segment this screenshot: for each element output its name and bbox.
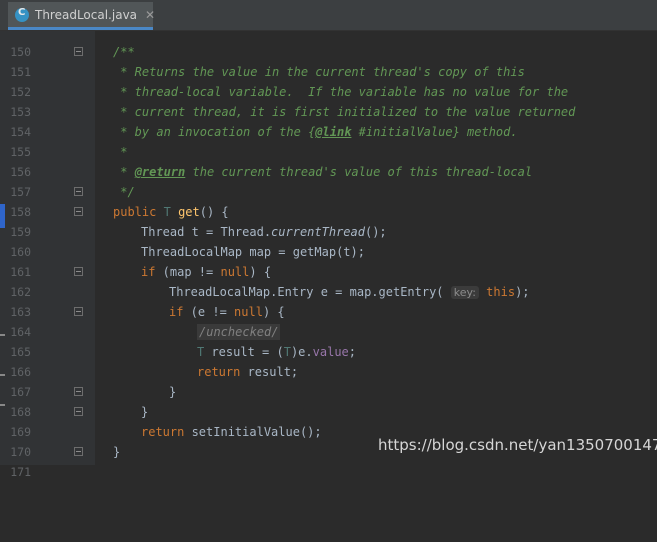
code-line: 155 * by an invocation of the {@link #in… (0, 122, 657, 159)
code-text: Thread t = Thread.currentThread(); (141, 222, 387, 242)
tab-title: ThreadLocal.java (35, 7, 138, 22)
code-token: (e != (183, 305, 235, 319)
code-text: } (169, 385, 177, 399)
code-token: Thread t = Thread. (141, 225, 272, 239)
keyword: return (197, 365, 241, 379)
code-line: 153 * thread-local variable. If the vari… (0, 82, 657, 119)
code-text: */ (113, 185, 135, 199)
code-text: } (141, 405, 149, 419)
static-call: currentThread (271, 225, 365, 239)
watermark: https://blog.csdn.net/yan13507001470 (378, 436, 657, 454)
code-text: /** (113, 45, 135, 59)
code-line: 156 * (0, 142, 657, 179)
method-name: get (178, 205, 200, 219)
keyword: null (234, 305, 263, 319)
code-text: } (113, 445, 121, 459)
code-line: 158 */ (0, 182, 657, 219)
code-token: (); (364, 225, 387, 239)
fold-icon[interactable] (74, 447, 83, 456)
javadoc-tag: @link (315, 125, 352, 139)
code-line: 154 * current thread, it is first initia… (0, 102, 657, 139)
line-number: 171 (10, 465, 31, 479)
class-icon (15, 7, 29, 22)
doc-comment: * by an invocation of the { (113, 125, 316, 139)
code-line: 151 /** (0, 42, 657, 79)
code-text: ThreadLocalMap.Entry e = map.getEntry( k… (169, 282, 530, 303)
code-text: * by an invocation of the {@link #initia… (113, 122, 518, 142)
code-token: ); (515, 285, 530, 299)
code-line: 168 } (0, 382, 657, 419)
code-text: public T get() { (113, 202, 229, 222)
code-line: 150 (0, 22, 657, 59)
javadoc-tag: @return (134, 165, 186, 179)
fold-icon[interactable] (74, 267, 83, 276)
code-token: () { (199, 205, 229, 219)
code-text: * (113, 145, 128, 159)
fold-icon[interactable] (74, 387, 83, 396)
close-icon[interactable]: ✕ (145, 8, 155, 22)
code-text: return setInitialValue(); (141, 422, 322, 442)
field-name: value (312, 345, 349, 359)
code-text: /unchecked/ (197, 322, 281, 342)
fold-icon[interactable] (74, 187, 83, 196)
code-line: 160 Thread t = Thread.currentThread(); (0, 222, 657, 259)
fold-icon[interactable] (74, 207, 83, 216)
code-token: ThreadLocalMap.Entry e = map.getEntry( (169, 285, 451, 299)
code-line: 164 if (e != null) { (0, 302, 657, 339)
code-token: )e. (290, 345, 313, 359)
code-text: * Returns the value in the current threa… (113, 65, 525, 79)
code-text: * thread-local variable. If the variable… (113, 85, 569, 99)
code-line: 166 T result = (T)e.value; (0, 342, 657, 379)
code-token: ) { (249, 265, 272, 279)
code-text: return result; (197, 362, 298, 382)
type-param: T (283, 345, 291, 359)
code-token: setInitialValue(); (184, 425, 322, 439)
code-line: 157 * @return the current thread's value… (0, 162, 657, 199)
code-token: result; (240, 365, 299, 379)
code-text: * current thread, it is first initialize… (113, 105, 576, 119)
keyword: if (141, 265, 156, 279)
code-line: 162 if (map != null) { (0, 262, 657, 299)
code-line: 169 } (0, 402, 657, 439)
type-param: T (163, 205, 171, 219)
keyword: null (220, 265, 250, 279)
doc-comment: * (113, 165, 135, 179)
keyword: this (486, 285, 516, 299)
code-text: if (map != null) { (141, 262, 271, 282)
code-token: ) { (262, 305, 285, 319)
code-line: 167 return result; (0, 362, 657, 399)
keyword: return (141, 425, 185, 439)
code-line: 161 ThreadLocalMap map = getMap(t); (0, 242, 657, 279)
code-text: * @return the current thread's value of … (113, 162, 532, 182)
fold-icon[interactable] (74, 307, 83, 316)
code-token: result = ( (204, 345, 284, 359)
fold-icon[interactable] (74, 407, 83, 416)
folded-annotation[interactable]: /unchecked/ (197, 324, 281, 340)
code-line: 165 /unchecked/ (0, 322, 657, 359)
doc-comment: the current thread's value of this threa… (185, 165, 533, 179)
keyword: if (169, 305, 184, 319)
code-token: (map != (155, 265, 221, 279)
code-text: ThreadLocalMap map = getMap(t); (141, 245, 365, 259)
code-text: if (e != null) { (169, 302, 285, 322)
code-line: 163 ThreadLocalMap.Entry e = map.getEntr… (0, 282, 657, 319)
fold-icon[interactable] (74, 47, 83, 56)
code-token: ; (348, 345, 356, 359)
code-line: 152 * Returns the value in the current t… (0, 62, 657, 99)
code-text: T result = (T)e.value; (197, 342, 356, 362)
keyword: public (113, 205, 157, 219)
parameter-hint: key: (450, 286, 479, 299)
code-line: 159 public T get() { (0, 202, 657, 239)
doc-comment: #initialValue} method. (351, 125, 518, 139)
